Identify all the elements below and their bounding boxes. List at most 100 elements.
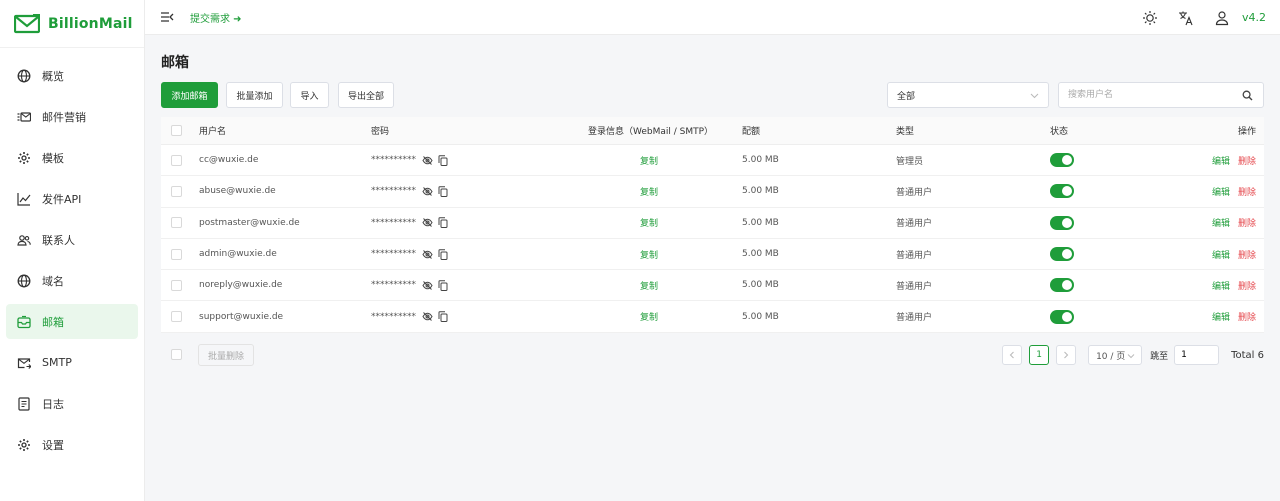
page-1-button[interactable]: 1 xyxy=(1029,345,1050,365)
table-body: cc@wuxie.de ********** 复制 5.00 MB 管理员 编辑 删除 abu… xyxy=(161,145,1264,333)
search-input[interactable] xyxy=(1059,83,1229,107)
row-copy-login-link[interactable]: 复制 xyxy=(640,208,658,238)
copy-icon[interactable] xyxy=(438,311,448,323)
translate-icon[interactable] xyxy=(1178,10,1194,26)
row-checkbox[interactable] xyxy=(171,154,182,166)
copy-icon[interactable] xyxy=(438,186,448,197)
page-title: 邮箱 xyxy=(161,55,189,71)
status-toggle[interactable] xyxy=(1050,153,1074,168)
import-button[interactable]: 导入 xyxy=(290,82,329,108)
globe-icon xyxy=(16,68,32,84)
delete-link[interactable]: 删除 xyxy=(1238,216,1256,229)
add-mailbox-button[interactable]: 添加邮箱 xyxy=(161,82,218,108)
edit-link[interactable]: 编辑 xyxy=(1212,216,1230,229)
row-checkbox[interactable] xyxy=(171,248,182,260)
type-filter-select[interactable]: 全部 xyxy=(887,82,1049,108)
delete-link[interactable]: 删除 xyxy=(1238,310,1256,323)
status-toggle[interactable] xyxy=(1050,184,1074,199)
chart-line-icon xyxy=(16,191,32,207)
sidebar-item-4[interactable]: 联系人 xyxy=(6,222,138,257)
page-size-select[interactable]: 10 / 页 xyxy=(1088,345,1143,365)
delete-link[interactable]: 删除 xyxy=(1238,154,1256,167)
row-copy-login-link[interactable]: 复制 xyxy=(640,239,658,269)
copy-icon[interactable] xyxy=(438,154,448,166)
status-toggle[interactable] xyxy=(1050,215,1074,230)
sidebar-item-2[interactable]: 模板 xyxy=(6,140,138,175)
chevron-down-icon xyxy=(1127,352,1135,363)
row-username: postmaster@wuxie.de xyxy=(199,217,300,228)
row-password: ********** xyxy=(371,155,416,166)
delete-link[interactable]: 删除 xyxy=(1238,248,1256,261)
collapse-menu-icon[interactable] xyxy=(160,9,176,25)
eye-off-icon[interactable] xyxy=(422,186,433,197)
edit-link[interactable]: 编辑 xyxy=(1212,279,1230,292)
next-page-button[interactable] xyxy=(1056,345,1077,365)
edit-link[interactable]: 编辑 xyxy=(1212,154,1230,167)
toolbar: 添加邮箱 批量添加 导入 导出全部 全部 xyxy=(161,82,1264,108)
sidebar-item-9[interactable]: 设置 xyxy=(6,427,138,462)
eye-off-icon[interactable] xyxy=(422,155,433,166)
row-quota: 5.00 MB xyxy=(742,155,779,166)
delete-link[interactable]: 删除 xyxy=(1238,279,1256,292)
row-copy-login-link[interactable]: 复制 xyxy=(640,270,658,300)
table-row: abuse@wuxie.de ********** 复制 5.00 MB 普通用户 编辑删… xyxy=(161,176,1264,208)
status-toggle[interactable] xyxy=(1050,309,1074,324)
row-copy-login-link[interactable]: 复制 xyxy=(640,145,658,175)
edit-link[interactable]: 编辑 xyxy=(1212,310,1230,323)
sidebar-item-6[interactable]: 邮箱 xyxy=(6,304,138,339)
delete-link[interactable]: 删除 xyxy=(1238,185,1256,198)
table-footer: 批量删除 1 10 / 页 跳至 Total 6 xyxy=(161,342,1264,368)
row-checkbox[interactable] xyxy=(171,279,182,291)
copy-icon[interactable] xyxy=(438,248,448,260)
select-all-checkbox[interactable] xyxy=(171,125,182,136)
copy-icon[interactable] xyxy=(438,217,448,229)
pagination: 1 10 / 页 跳至 Total 6 xyxy=(1002,344,1264,366)
row-quota: 5.00 MB xyxy=(742,217,779,228)
chevron-down-icon xyxy=(1030,91,1039,103)
status-toggle[interactable] xyxy=(1050,247,1074,262)
sidebar-item-3[interactable]: 发件API xyxy=(6,181,138,216)
table-row: postmaster@wuxie.de ********** 复制 5.00 MB 普通… xyxy=(161,207,1264,239)
copy-icon[interactable] xyxy=(438,280,448,291)
users-icon xyxy=(16,232,32,248)
eye-off-icon[interactable] xyxy=(422,311,433,322)
header-type: 类型 xyxy=(896,127,915,137)
export-all-button[interactable]: 导出全部 xyxy=(338,82,394,108)
search-icon[interactable] xyxy=(1242,90,1253,104)
footer-select-all-checkbox[interactable] xyxy=(171,349,182,360)
row-copy-login-link[interactable]: 复制 xyxy=(640,176,658,206)
sidebar-item-8[interactable]: 日志 xyxy=(6,386,138,421)
edit-link[interactable]: 编辑 xyxy=(1212,248,1230,261)
batch-add-button[interactable]: 批量添加 xyxy=(226,82,283,108)
row-quota: 5.00 MB xyxy=(742,249,779,260)
logo[interactable]: BillionMail xyxy=(0,0,144,48)
row-copy-login-link[interactable]: 复制 xyxy=(640,301,658,331)
user-icon[interactable] xyxy=(1214,10,1230,26)
sidebar-item-1[interactable]: 邮件营销 xyxy=(6,99,138,134)
sidebar-item-7[interactable]: SMTP xyxy=(6,345,138,380)
row-password: ********** xyxy=(371,280,416,291)
feedback-link[interactable]: 提交需求 ➜ xyxy=(190,10,242,25)
topbar: 提交需求 ➜ v4.2 xyxy=(145,0,1280,35)
mailbox-table: 用户名 密码 登录信息（WebMail / SMTP） 配额 类型 状态 操作 … xyxy=(161,117,1264,333)
table-row: admin@wuxie.de ********** 复制 5.00 MB 普通用户 编辑删… xyxy=(161,238,1264,271)
eye-off-icon[interactable] xyxy=(422,280,433,291)
status-toggle[interactable] xyxy=(1050,278,1074,293)
row-quota: 5.00 MB xyxy=(742,311,779,322)
row-checkbox[interactable] xyxy=(171,311,182,323)
prev-page-button[interactable] xyxy=(1002,345,1023,365)
sidebar-item-label: 概览 xyxy=(42,69,64,83)
jump-page-input[interactable] xyxy=(1174,345,1220,365)
jump-label: 跳至 xyxy=(1150,351,1169,362)
sidebar-item-0[interactable]: 概览 xyxy=(6,58,138,93)
row-checkbox[interactable] xyxy=(171,217,182,229)
batch-delete-button[interactable]: 批量删除 xyxy=(198,344,254,366)
sidebar-nav: 概览邮件营销模板发件API 联系人域名邮箱 SMTP 日志设置 xyxy=(0,48,144,462)
row-checkbox[interactable] xyxy=(171,185,182,197)
sidebar-item-5[interactable]: 域名 xyxy=(6,263,138,298)
eye-off-icon[interactable] xyxy=(422,217,433,228)
theme-sun-icon[interactable] xyxy=(1142,10,1158,26)
row-username: cc@wuxie.de xyxy=(199,155,259,166)
edit-link[interactable]: 编辑 xyxy=(1212,185,1230,198)
eye-off-icon[interactable] xyxy=(422,249,433,260)
